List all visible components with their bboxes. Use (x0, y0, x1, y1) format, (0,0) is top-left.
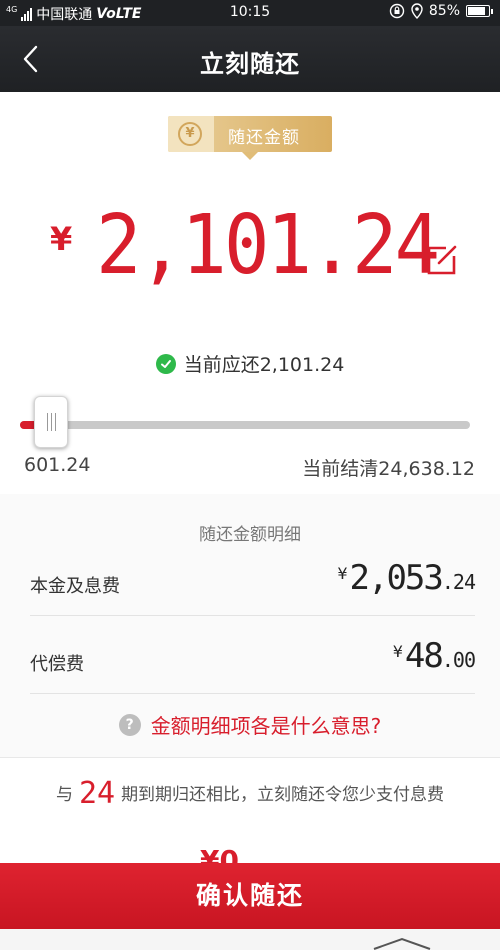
compare-periods: 24 (78, 776, 116, 811)
lock-rotation-icon (389, 3, 405, 19)
row-currency: ¥ (392, 642, 403, 661)
current-due-text: 当前应还2,101.24 (183, 354, 345, 376)
row-int: 2,053 (349, 558, 444, 598)
arrow-up-icon (373, 937, 431, 950)
slider-max-label: 当前结清24,638.12 (302, 458, 475, 480)
location-icon (411, 3, 423, 19)
details-help-link[interactable]: ? 金额明细项各是什么意思? (0, 710, 500, 739)
coin-icon: ¥ (168, 116, 214, 152)
row-value: ¥2,053.24 (337, 558, 476, 598)
battery-icon (466, 5, 493, 17)
compare-prefix: 与 (55, 785, 73, 805)
header-bar: 立刻随还 (0, 26, 500, 92)
current-due: 当前应还2,101.24 (0, 350, 500, 377)
detail-row-compensation: 代偿费 ¥48.00 (30, 628, 476, 694)
edit-icon[interactable] (424, 242, 460, 278)
amount-tag: ¥ 随还金额 (168, 116, 332, 160)
row-label: 本金及息费 (30, 576, 120, 597)
row-value: ¥48.00 (392, 636, 476, 676)
help-text: 金额明细项各是什么意思? (150, 714, 382, 738)
coin-symbol: ¥ (178, 122, 202, 146)
repay-amount-value: 2,101.24 (96, 198, 440, 293)
compare-text: 与 24 期到期归还相比，立刻随还令您少支付息费 (0, 776, 500, 811)
battery-fill (468, 7, 485, 15)
status-right: 85% (389, 3, 493, 19)
battery-percent: 85% (428, 3, 460, 19)
interest-comparison: 与 24 期到期归还相比，立刻随还令您少支付息费 ¥0 (0, 757, 500, 877)
check-circle-icon (155, 353, 176, 374)
confirm-repay-button[interactable]: 确认随还 (0, 863, 500, 929)
compare-suffix: 期到期归还相比，立刻随还令您少支付息费 (121, 785, 445, 805)
details-title: 随还金额明细 (199, 525, 301, 545)
amount-card: ¥ 随还金额 ¥ 2,101.24 当前应还2,101.24 601.24 当前… (0, 92, 500, 494)
detail-row-principal: 本金及息费 ¥2,053.24 (30, 550, 476, 616)
page-title: 立刻随还 (200, 50, 300, 78)
amount-tag-label: 随还金额 (228, 128, 300, 148)
row-currency: ¥ (337, 564, 348, 583)
row-label: 代偿费 (30, 654, 84, 675)
amount-details: 随还金额明细 本金及息费 ¥2,053.24 代偿费 ¥48.00 ? 金额明细… (0, 494, 500, 757)
slider-track[interactable] (20, 421, 470, 429)
currency-symbol: ¥ (50, 220, 73, 258)
status-bar: 4G 中国联通 VoLTE 10:15 85% (0, 0, 500, 26)
slider-handle[interactable] (34, 396, 68, 448)
question-circle-icon: ? (118, 713, 141, 736)
slider-min-label: 601.24 (24, 454, 91, 476)
row-dec: .24 (441, 570, 476, 594)
row-dec: .00 (441, 648, 476, 672)
row-int: 48 (404, 636, 444, 676)
